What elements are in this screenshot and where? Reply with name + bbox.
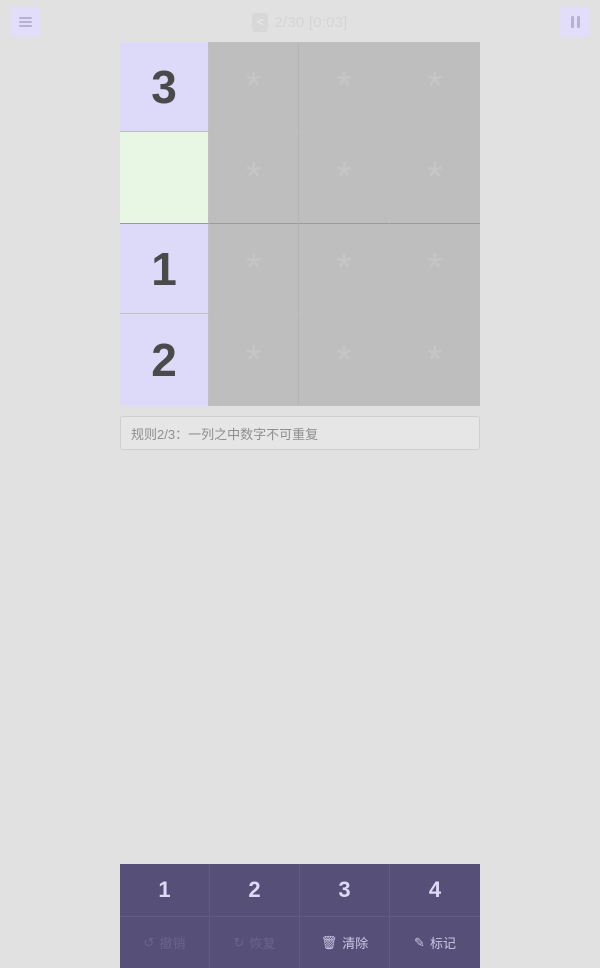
- action-key-label: 撤销: [159, 936, 186, 951]
- board-cell-r1c1[interactable]: 3: [120, 42, 209, 132]
- redo-icon: ↻: [233, 935, 245, 950]
- action-key-pencil[interactable]: ✎ 标记: [390, 917, 480, 968]
- number-key-4[interactable]: 4: [390, 864, 480, 917]
- top-bar: < 2/30 [0:03]: [0, 0, 600, 44]
- action-key-trash[interactable]: 🗑 清除: [300, 917, 390, 968]
- board-cell-r2c4[interactable]: *: [389, 132, 480, 224]
- action-key-redo[interactable]: ↻ 恢复: [210, 917, 300, 968]
- board-cell-r2c3[interactable]: *: [299, 132, 390, 224]
- number-pad: 1 2 3 4 ↺ 撤销 ↻ 恢复 🗑 清除 ✎ 标记: [120, 864, 480, 968]
- board-cell-r4c1[interactable]: 2: [120, 314, 209, 406]
- sudoku-board[interactable]: 3 * * * * * * 1 * * * 2 * * *: [120, 42, 480, 406]
- board-cell-r4c2[interactable]: *: [209, 314, 300, 406]
- pause-button[interactable]: [560, 7, 590, 37]
- action-key-label: 恢复: [249, 936, 276, 951]
- board-cell-r3c3[interactable]: *: [299, 224, 390, 314]
- action-key-label: 清除: [342, 936, 369, 951]
- sudoku-app: < 2/30 [0:03] 3 * * * * * * 1 * * * 2 * * * 规则2/3：一列之中…: [0, 0, 600, 968]
- back-button[interactable]: <: [252, 12, 269, 32]
- board-cell-r4c4[interactable]: *: [389, 314, 480, 406]
- board-cell-r1c2[interactable]: *: [209, 42, 300, 132]
- board-cell-r1c4[interactable]: *: [389, 42, 480, 132]
- board-cell-r2c1[interactable]: [120, 132, 209, 224]
- undo-icon: ↺: [143, 935, 155, 950]
- board-cell-r3c4[interactable]: *: [389, 224, 480, 314]
- board-cell-r4c3[interactable]: *: [299, 314, 390, 406]
- board-cell-r3c2[interactable]: *: [209, 224, 300, 314]
- progress-label: 2/30 [0:03]: [274, 13, 348, 31]
- pencil-icon: ✎: [414, 935, 425, 950]
- number-key-1[interactable]: 1: [120, 864, 210, 917]
- board-cell-r2c2[interactable]: *: [209, 132, 300, 224]
- number-key-2[interactable]: 2: [210, 864, 300, 917]
- trash-icon: 🗑: [320, 935, 338, 950]
- board-cell-r3c1[interactable]: 1: [120, 224, 209, 314]
- board-cell-r1c3[interactable]: *: [299, 42, 390, 132]
- action-key-undo[interactable]: ↺ 撤销: [120, 917, 210, 968]
- header-progress-group: < 2/30 [0:03]: [252, 12, 348, 32]
- rule-text: 规则2/3：一列之中数字不可重复: [131, 426, 319, 442]
- action-key-label: 标记: [429, 936, 456, 951]
- pause-icon: [570, 16, 580, 28]
- rule-banner: 规则2/3：一列之中数字不可重复: [120, 416, 480, 450]
- number-key-3[interactable]: 3: [300, 864, 390, 917]
- hamburger-icon: [18, 17, 32, 27]
- menu-button[interactable]: [10, 7, 40, 37]
